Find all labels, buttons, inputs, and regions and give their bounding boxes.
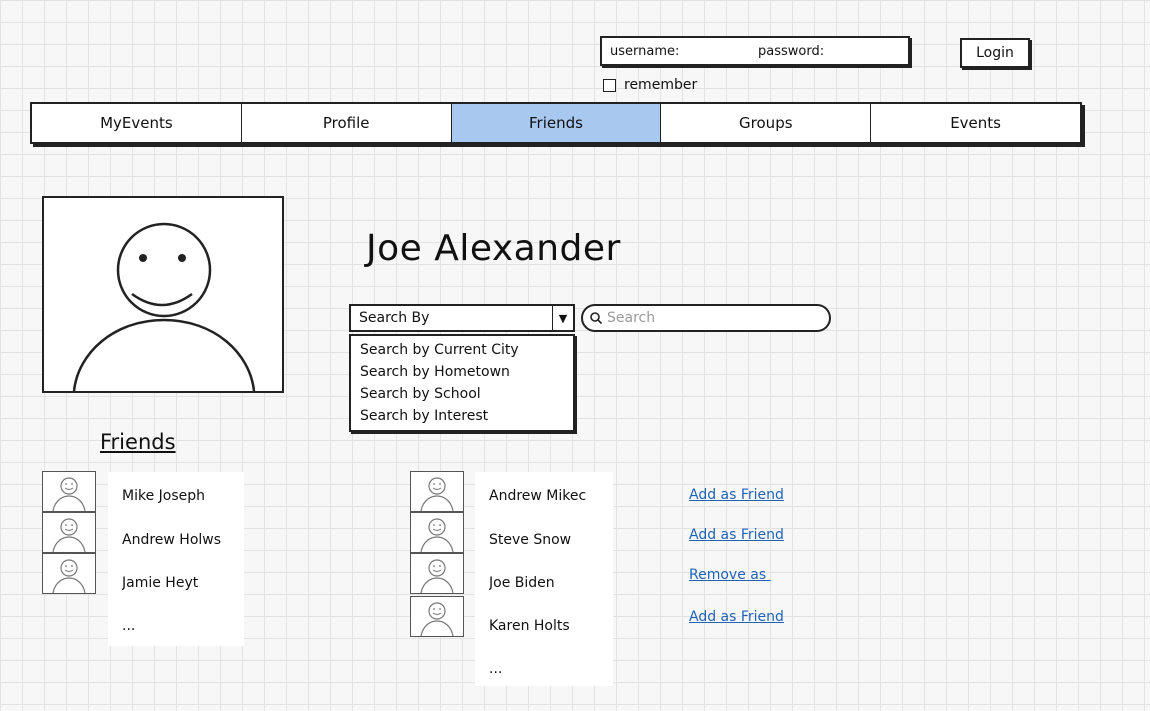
friend-more: ... (122, 618, 136, 634)
smiley-face-icon (72, 222, 256, 391)
login-credentials-box[interactable]: username: password: (600, 36, 910, 66)
add-friend-link[interactable]: Add as Friend (689, 609, 784, 625)
tab-groups[interactable]: Groups (661, 104, 872, 142)
login-button[interactable]: Login (960, 38, 1030, 68)
result-avatar-icon (410, 471, 464, 512)
dropdown-arrow-icon[interactable]: ▼ (552, 306, 573, 330)
tab-friends[interactable]: Friends (451, 104, 662, 142)
tab-profile[interactable]: Profile (242, 104, 452, 142)
result-avatar-icon (410, 512, 464, 553)
remove-friend-link[interactable]: Remove as (689, 567, 771, 583)
menu-item-current-city[interactable]: Search by Current City (351, 339, 573, 361)
menu-item-hometown[interactable]: Search by Hometown (351, 361, 573, 383)
profile-image (42, 196, 284, 393)
result-avatar-icon (410, 553, 464, 594)
search-by-label: Search By (359, 310, 430, 326)
result-name[interactable]: Andrew Mikec (489, 488, 600, 504)
menu-item-school[interactable]: Search by School (351, 383, 573, 405)
result-name[interactable]: Steve Snow (489, 532, 589, 548)
remember-label: remember (624, 77, 698, 93)
add-friend-link[interactable]: Add as Friend (689, 527, 784, 543)
search-placeholder: Search (607, 310, 656, 326)
password-field[interactable]: password: (758, 44, 824, 59)
menu-item-interest[interactable]: Search by Interest (351, 405, 573, 427)
friend-avatar-icon (42, 553, 96, 594)
result-name[interactable]: Joe Biden (489, 575, 569, 591)
friend-avatar-icon (42, 512, 96, 553)
remember-checkbox[interactable] (603, 78, 616, 92)
search-input[interactable]: Search (581, 304, 831, 332)
result-name[interactable]: Karen Holts (489, 618, 599, 634)
friend-name[interactable]: Jamie Heyt (122, 575, 242, 591)
search-by-select[interactable]: Search By ▼ (349, 304, 575, 332)
add-friend-link[interactable]: Add as Friend (689, 487, 784, 503)
friend-name[interactable]: Mike Joseph (122, 488, 242, 504)
tab-events[interactable]: Events (871, 104, 1080, 142)
result-avatar-icon (410, 596, 464, 637)
tab-myevents[interactable]: MyEvents (32, 104, 242, 142)
search-icon (590, 312, 603, 325)
remember-row: remember (603, 77, 697, 93)
username-field[interactable]: username: (610, 44, 679, 59)
friend-name[interactable]: Andrew Holws (122, 532, 235, 548)
search-by-menu: Search by Current City Search by Hometow… (349, 334, 575, 432)
friend-avatar-icon (42, 471, 96, 512)
result-more: ... (489, 661, 503, 677)
friends-heading: Friends (100, 430, 176, 454)
main-nav: MyEvents Profile Friends Groups Events (30, 102, 1082, 144)
profile-name: Joe Alexander (366, 228, 621, 269)
